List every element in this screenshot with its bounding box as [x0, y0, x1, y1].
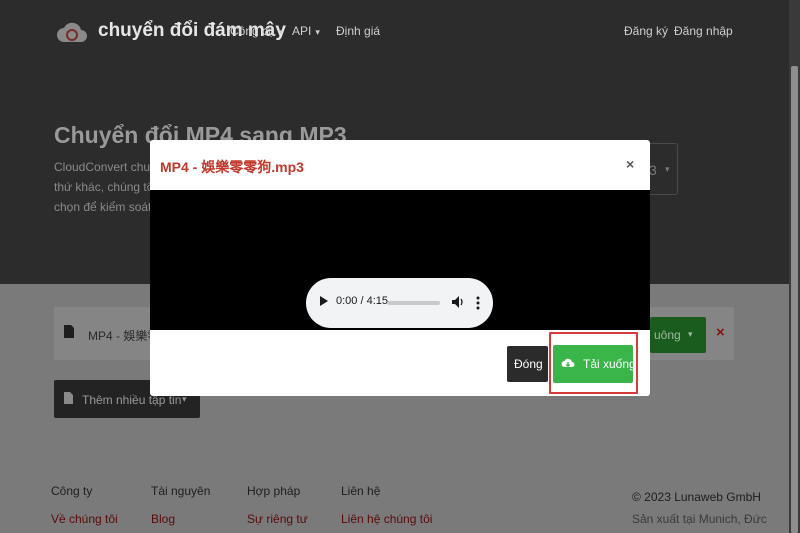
- footer-legal-heading: Hợp pháp: [247, 484, 301, 498]
- cloud-logo-icon[interactable]: [56, 16, 88, 48]
- remove-file-button[interactable]: ×: [716, 324, 725, 341]
- nav-signup[interactable]: Đăng ký: [624, 24, 668, 38]
- footer-contact: Liên hệ Liên hệ chúng tôi: [341, 484, 432, 526]
- format-select-value: 3: [649, 162, 657, 178]
- chevron-down-icon: ▾: [688, 329, 693, 339]
- seek-bar[interactable]: [387, 301, 440, 305]
- footer-resources-heading: Tài nguyên: [151, 484, 211, 498]
- chevron-down-icon: ▾: [315, 27, 320, 37]
- file-icon: [64, 325, 74, 338]
- convert-button-label: uông: [654, 328, 681, 342]
- nav-api[interactable]: API ▾: [292, 24, 320, 38]
- footer-about-link[interactable]: Về chúng tôi: [51, 512, 118, 526]
- download-button-label: Tải xuống: [583, 357, 636, 371]
- nav-pricing[interactable]: Định giá: [336, 24, 380, 38]
- nav-login[interactable]: Đăng nhập: [674, 24, 733, 38]
- download-button[interactable]: Tải xuống: [553, 345, 636, 383]
- audio-player[interactable]: 0:00 / 4:15: [306, 278, 493, 328]
- nav-tools-label: Công cụ: [230, 24, 275, 38]
- chevron-down-icon: ▾: [665, 164, 670, 174]
- nav-tools[interactable]: Công cụ ▾: [230, 24, 283, 38]
- footer-company: Công ty Về chúng tôi: [51, 484, 118, 526]
- more-vertical-icon[interactable]: [476, 296, 480, 310]
- footer-resources: Tài nguyên Blog: [151, 484, 210, 526]
- cloud-download-icon: [561, 358, 575, 368]
- footer-contact-link[interactable]: Liên hệ chúng tôi: [341, 512, 432, 526]
- play-icon[interactable]: [320, 296, 328, 306]
- volume-icon[interactable]: [452, 296, 464, 308]
- top-nav: chuyển đổi đám mây Công cụ ▾ API ▾ Định gi…: [0, 0, 800, 64]
- close-icon[interactable]: ×: [626, 156, 634, 172]
- footer-company-heading: Công ty: [51, 484, 93, 498]
- hero-description-line-2: thứ khác, chúng tôi hỗ: [54, 180, 164, 194]
- close-button[interactable]: Đóng: [507, 346, 548, 382]
- hero-description-line-3: chọn để kiểm soát độ: [54, 200, 164, 214]
- convert-button[interactable]: uông ▾: [650, 317, 706, 353]
- footer-privacy-link[interactable]: Sự riêng tư: [247, 512, 308, 526]
- file-add-icon: [64, 392, 73, 404]
- footer-copyright: © 2023 Lunaweb GmbH: [632, 490, 761, 504]
- media-area: 0:00 / 4:15: [150, 190, 650, 330]
- footer-contact-heading: Liên hệ: [341, 484, 381, 498]
- page-scrollbar[interactable]: [789, 0, 800, 533]
- chevron-down-icon: ▾: [278, 27, 284, 37]
- nav-api-label: API: [292, 24, 312, 38]
- scrollbar-thumb[interactable]: [791, 66, 798, 533]
- close-button-label: Đóng: [514, 357, 543, 371]
- modal-title: MP4 - 娛樂零零狗.mp3: [160, 159, 304, 175]
- player-time: 0:00 / 4:15: [336, 295, 388, 307]
- footer-blog-link[interactable]: Blog: [151, 512, 210, 526]
- hero-description-line-1: CloudConvert chuyển: [54, 160, 164, 174]
- preview-modal: MP4 - 娛樂零零狗.mp3 × 0:00 / 4:15 Đóng Tải x…: [150, 140, 650, 396]
- footer-made-in: Sản xuất tại Munich, Đức: [632, 512, 767, 526]
- footer-legal: Hợp pháp Sự riêng tư: [247, 484, 308, 526]
